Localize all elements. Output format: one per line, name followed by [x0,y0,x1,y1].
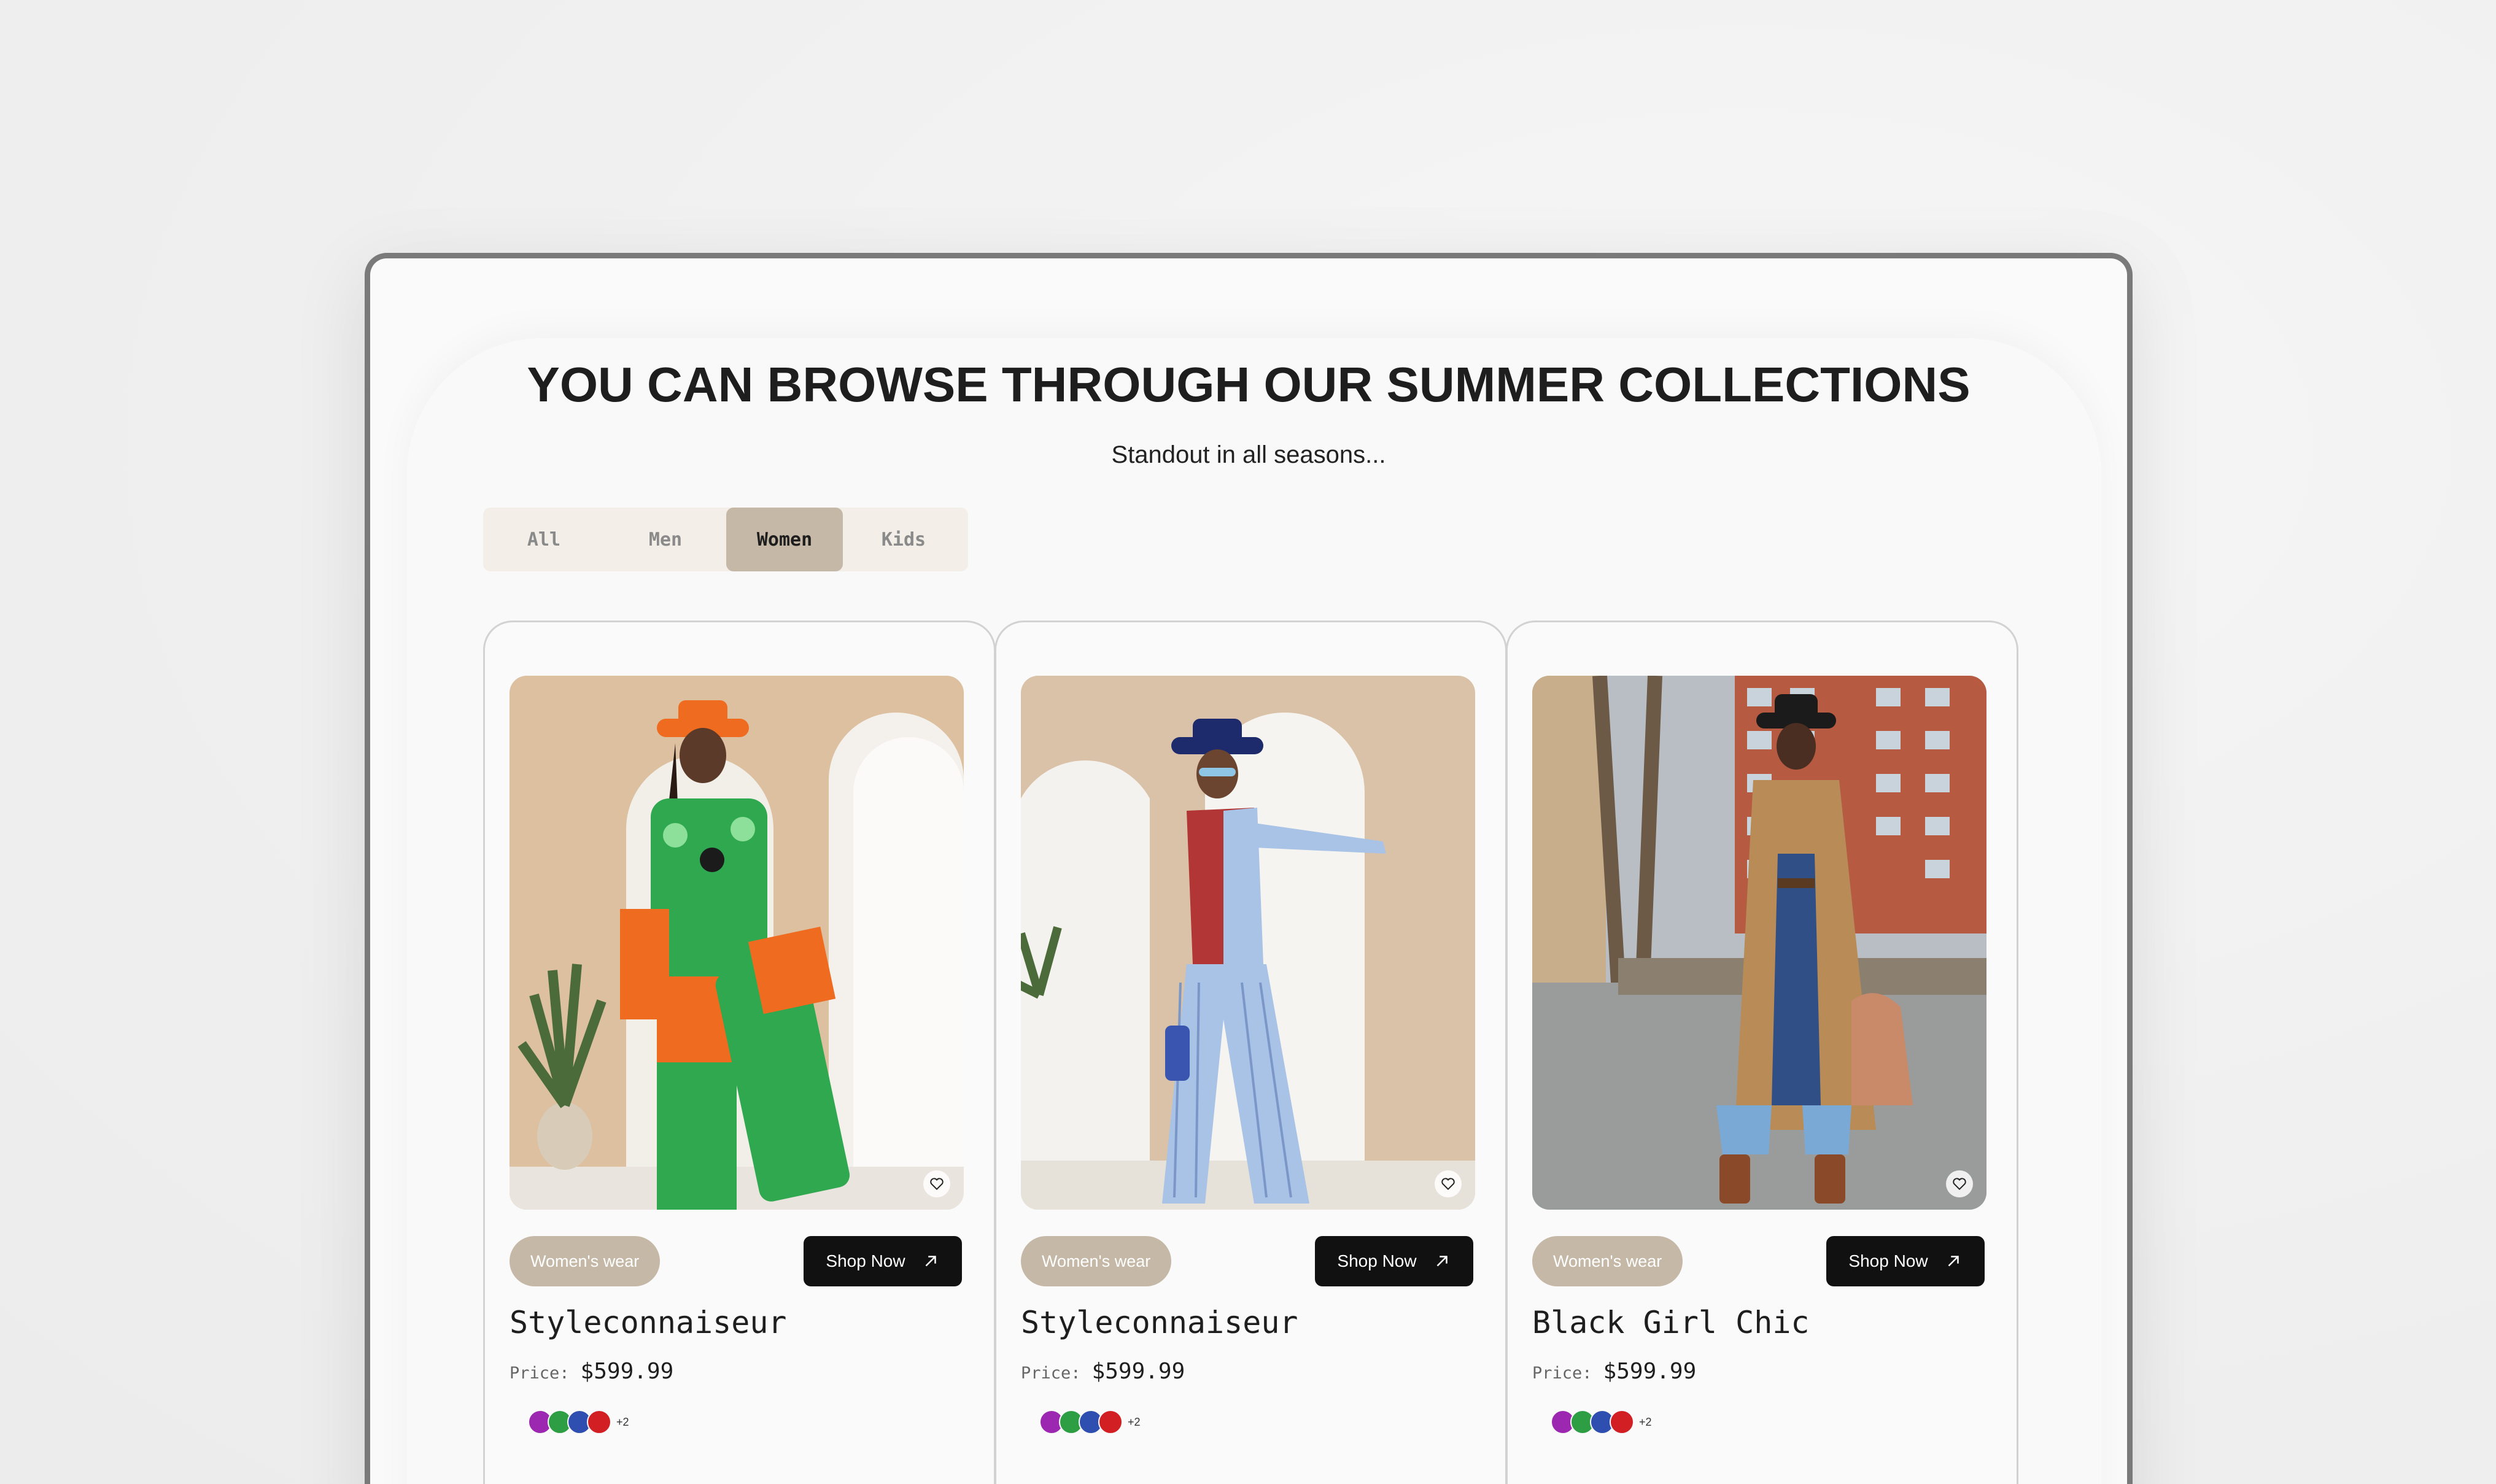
more-colors-count: +2 [1128,1415,1141,1428]
favorite-button[interactable] [1946,1170,1973,1197]
shop-now-label: Shop Now [1337,1251,1417,1270]
more-colors-count: +2 [616,1415,629,1428]
product-grid: Women's wear Shop Now Styleconnaiseur Pr… [483,620,2018,1484]
color-swatch[interactable] [587,1410,611,1434]
product-title[interactable]: Black Girl Chic [1532,1305,1810,1340]
product-image[interactable] [510,676,964,1210]
product-card[interactable]: Women's wear Shop Now Styleconnaiseur Pr… [483,620,996,1484]
price-value: $599.99 [1603,1359,1697,1384]
price-value: $599.99 [1091,1359,1185,1384]
product-image[interactable] [1532,676,1986,1210]
price-row: Price: $599.99 [510,1359,673,1384]
heart-icon [1441,1178,1455,1191]
more-colors-count: +2 [1639,1415,1652,1428]
category-tabs: All Men Women Kids [483,508,968,571]
tab-men[interactable]: Men [605,508,726,571]
shop-now-button[interactable]: Shop Now [804,1236,962,1286]
product-image[interactable] [1021,676,1475,1210]
arrow-up-right-icon [1948,1256,1959,1267]
color-swatches: +2 [528,1410,629,1434]
heart-icon [930,1178,944,1191]
price-row: Price: $599.99 [1021,1359,1185,1384]
heart-icon [1953,1178,1966,1191]
product-card[interactable]: Women's wear Shop Now Black Girl Chic Pr… [1506,620,2018,1484]
tab-kids[interactable]: Kids [843,508,964,571]
shop-now-button[interactable]: Shop Now [1826,1236,1985,1286]
price-label: Price: [1021,1364,1081,1383]
product-photo-green-outfit [510,676,964,1210]
category-badge: Women's wear [1532,1236,1683,1286]
color-swatch[interactable] [1610,1410,1634,1434]
color-swatch[interactable] [1098,1410,1123,1434]
arrow-up-right-icon [925,1256,936,1267]
price-label: Price: [1532,1364,1592,1383]
price-label: Price: [510,1364,570,1383]
price-value: $599.99 [580,1359,674,1384]
price-row: Price: $599.99 [1532,1359,1696,1384]
product-title[interactable]: Styleconnaiseur [510,1305,787,1340]
product-card[interactable]: Women's wear Shop Now Styleconnaiseur Pr… [994,620,1507,1484]
category-badge: Women's wear [1021,1236,1172,1286]
color-swatches: +2 [1551,1410,1652,1434]
arrow-up-right-icon [1436,1256,1448,1267]
browser-frame: YOU CAN BROWSE THROUGH OUR SUMMER COLLEC… [365,253,2133,1484]
page-title: YOU CAN BROWSE THROUGH OUR SUMMER COLLEC… [527,357,1971,412]
shop-now-label: Shop Now [826,1251,905,1270]
tab-women[interactable]: Women [726,508,843,571]
tab-all[interactable]: All [483,508,605,571]
product-photo-camel-coat [1532,676,1986,1210]
category-badge: Women's wear [510,1236,661,1286]
shop-now-button[interactable]: Shop Now [1315,1236,1473,1286]
product-title[interactable]: Styleconnaiseur [1021,1305,1298,1340]
page-background: YOU CAN BROWSE THROUGH OUR SUMMER COLLEC… [0,0,2496,1484]
page-subtitle: Standout in all seasons... [1111,441,1386,468]
shop-now-label: Shop Now [1848,1251,1928,1270]
favorite-button[interactable] [1435,1170,1462,1197]
product-photo-striped-outfit [1021,676,1475,1210]
color-swatches: +2 [1039,1410,1141,1434]
favorite-button[interactable] [923,1170,950,1197]
